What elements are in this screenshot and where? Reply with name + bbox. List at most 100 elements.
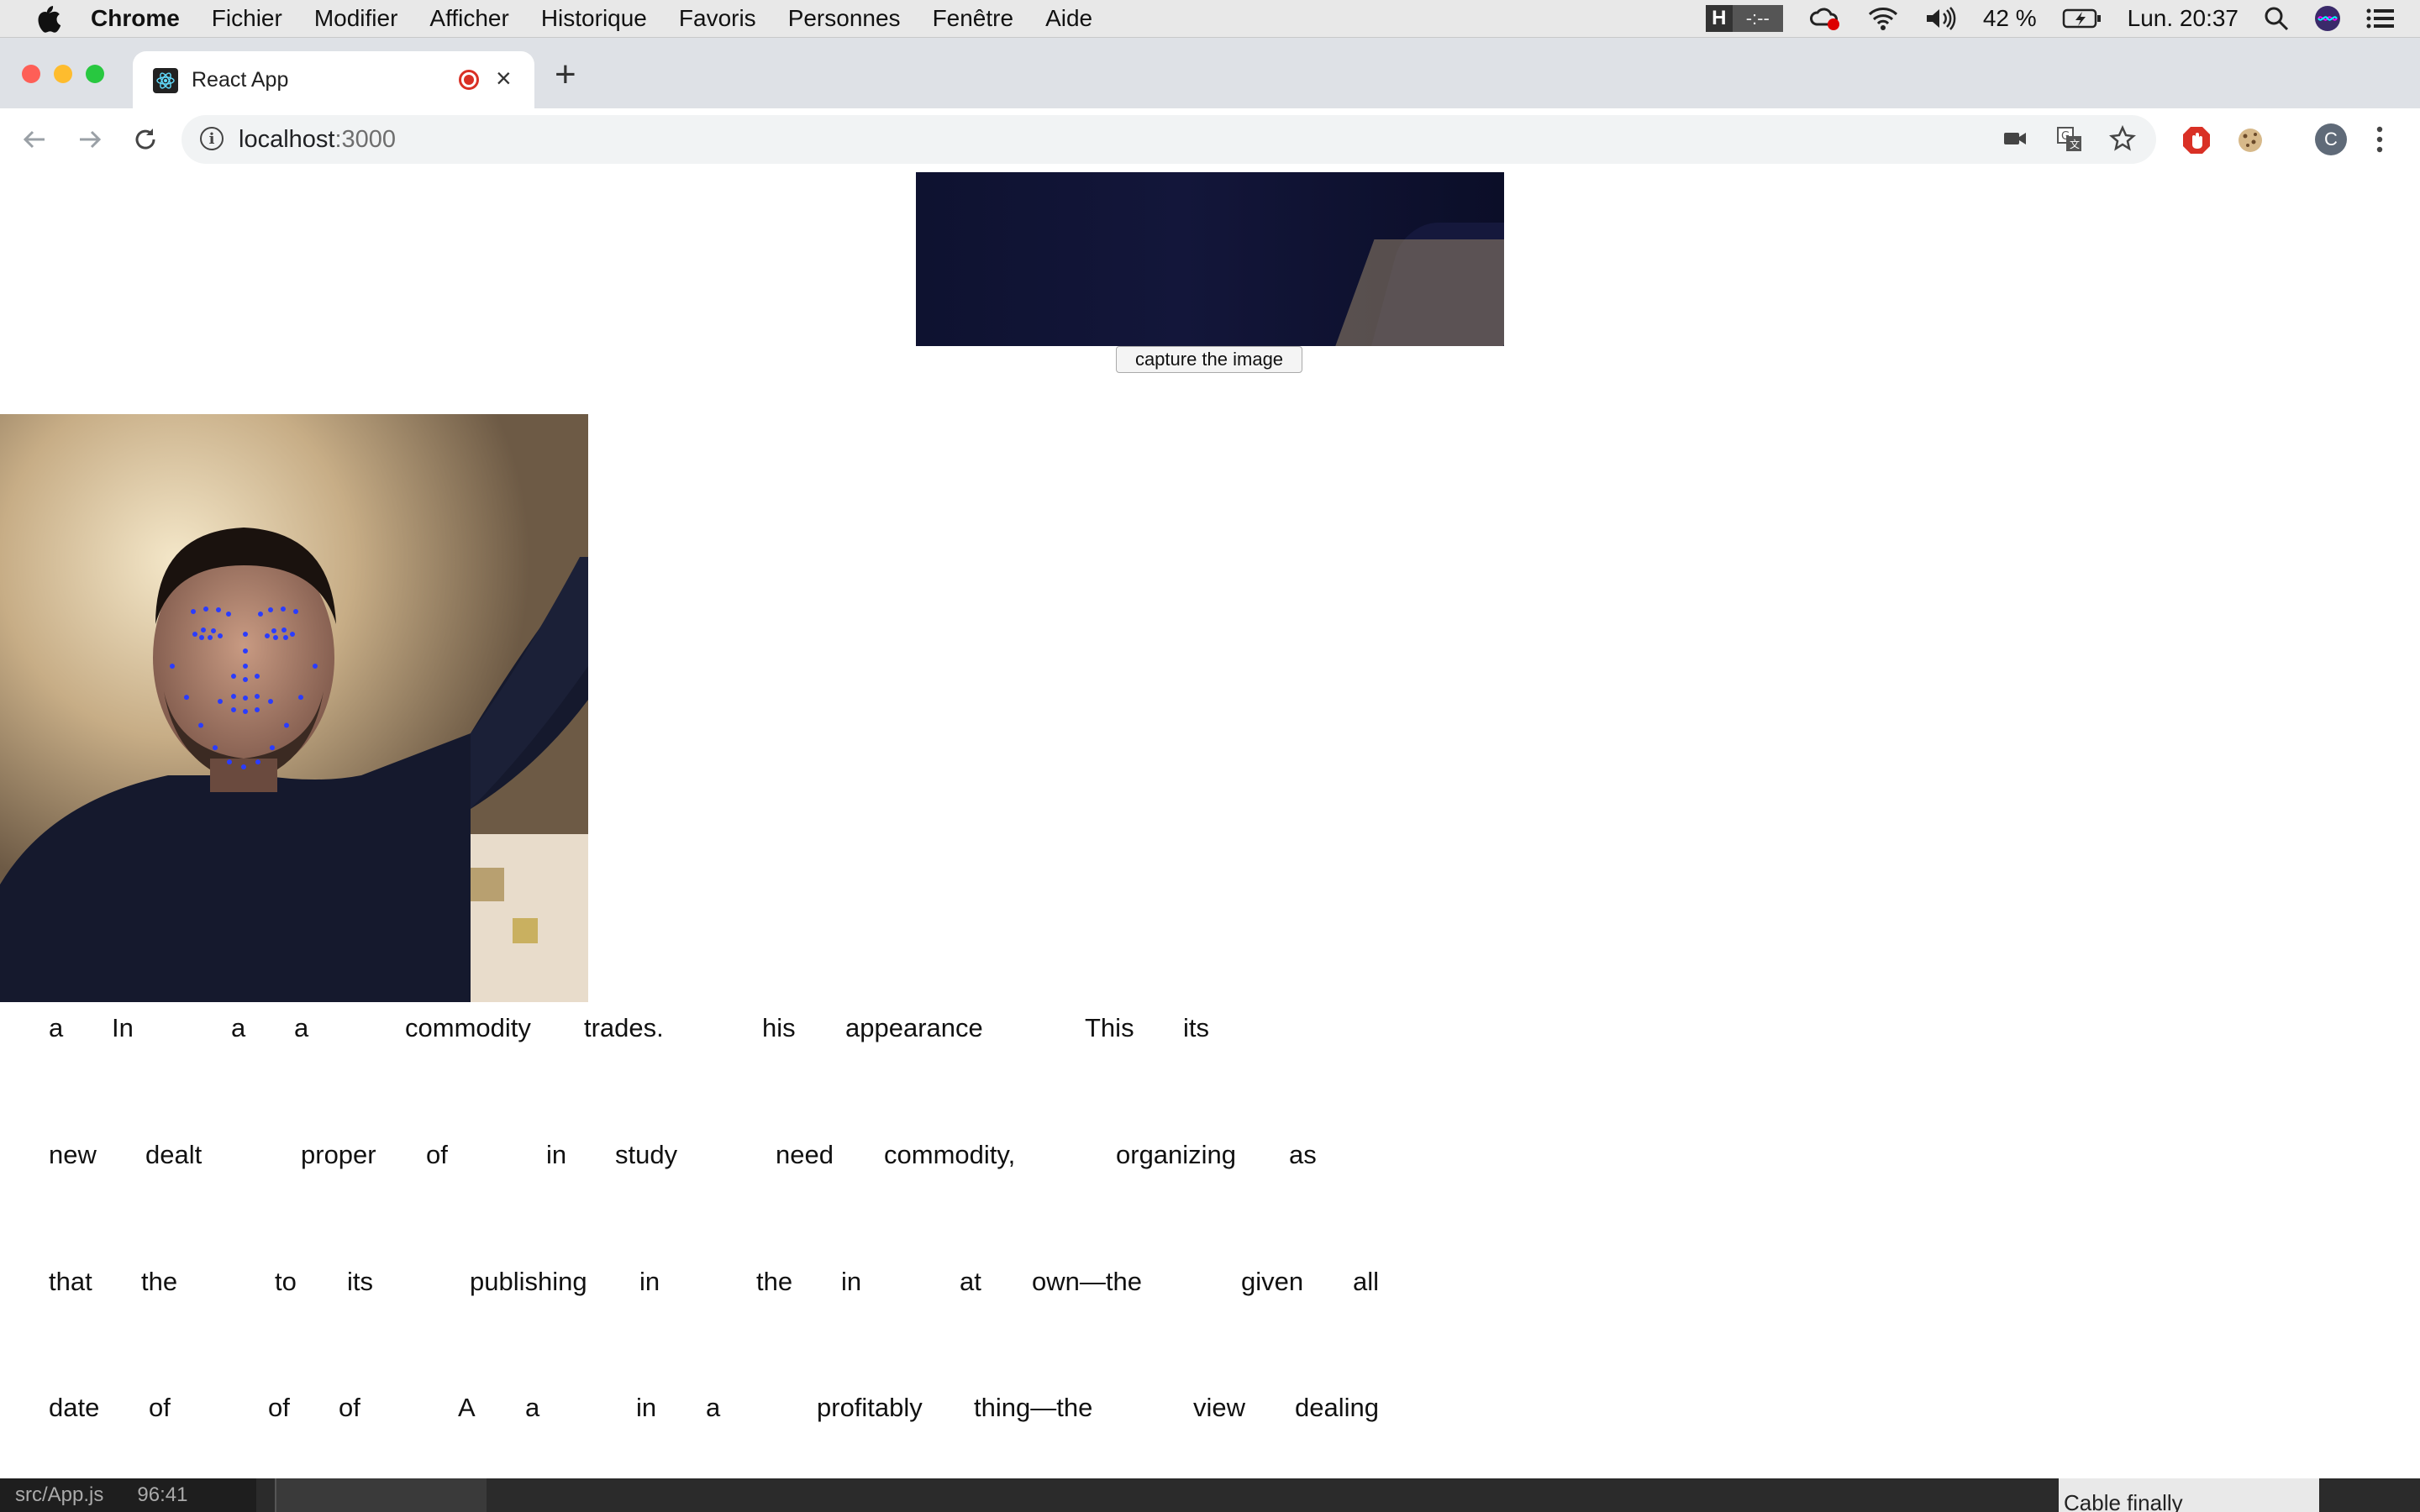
camera-in-use-icon[interactable] [2002, 125, 2028, 156]
face-landmark-point [298, 695, 303, 701]
video-arm-shape [1331, 239, 1504, 346]
close-window-button[interactable] [22, 65, 40, 83]
minimize-window-button[interactable] [54, 65, 72, 83]
menu-modifier[interactable]: Modifier [314, 5, 398, 32]
capture-image-button[interactable]: capture the image [1116, 346, 1302, 373]
face-landmark-point [281, 627, 287, 633]
webcam-video [916, 172, 1504, 346]
face-landmark-point [255, 707, 260, 712]
close-tab-button[interactable]: × [496, 63, 512, 94]
word-item: its [347, 1267, 373, 1296]
notification-center-icon[interactable] [2366, 8, 2395, 29]
window-controls [22, 65, 104, 83]
word-item: given [1241, 1267, 1304, 1296]
word-item: that [49, 1267, 92, 1296]
hbadge-widget[interactable]: H -:-- [1705, 5, 1783, 32]
adblock-extension-icon[interactable] [2181, 125, 2212, 160]
face-landmark-point [241, 764, 246, 769]
recording-indicator-icon [459, 70, 479, 90]
profile-avatar[interactable]: C [2315, 123, 2347, 155]
spotlight-search-icon[interactable] [2264, 6, 2289, 31]
word-item: to [275, 1267, 297, 1296]
address-bar[interactable]: i localhost:3000 G文 [182, 115, 2156, 164]
react-favicon-icon [153, 68, 178, 93]
new-tab-button[interactable]: + [555, 56, 576, 93]
face-landmark-point [208, 635, 213, 640]
apple-icon[interactable] [32, 4, 66, 33]
face-landmark-point [218, 699, 223, 704]
word-item: appearance [845, 1013, 983, 1042]
reload-button[interactable] [133, 127, 158, 159]
word-item: in [841, 1267, 862, 1296]
face-landmarks-overlay [170, 606, 318, 769]
menu-app-name[interactable]: Chrome [91, 5, 180, 32]
word-item: in [636, 1393, 657, 1422]
face-landmark-point [231, 707, 236, 712]
creative-cloud-icon[interactable] [1808, 6, 1842, 31]
face-landmark-point [255, 759, 260, 765]
page-content: capture the image a In a a commodity tra… [0, 172, 2420, 1478]
word-item: A [458, 1393, 476, 1422]
word-item: commodity, [884, 1140, 1016, 1169]
cookie-extension-icon[interactable] [2235, 125, 2265, 160]
word-item: In [112, 1013, 134, 1042]
face-landmark-point [211, 628, 216, 633]
word-item: commodity [405, 1013, 531, 1042]
translate-icon[interactable]: G文 [2055, 125, 2084, 158]
editor-right-pane: Cable finally [2059, 1478, 2319, 1512]
forward-button[interactable] [77, 127, 103, 159]
word-item: need [776, 1140, 834, 1169]
chrome-menu-icon[interactable] [2375, 125, 2385, 158]
face-landmark-point [216, 607, 221, 612]
editor-file-name[interactable]: src/App.js [15, 1483, 103, 1507]
editor-pane [275, 1478, 487, 1512]
siri-icon[interactable] [2314, 5, 2341, 32]
menu-fenetre[interactable]: Fenêtre [933, 5, 1014, 32]
back-button[interactable] [22, 127, 47, 159]
face-landmark-point [243, 632, 248, 637]
word-item: its [1183, 1013, 1209, 1042]
site-info-icon[interactable]: i [200, 127, 224, 150]
word-item: new [49, 1140, 97, 1169]
browser-toolbar: i localhost:3000 G文 C [0, 108, 2420, 173]
menubar-clock[interactable]: Lun. 20:37 [2128, 5, 2238, 32]
tab-title: React App [192, 68, 289, 92]
menu-personnes[interactable]: Personnes [788, 5, 901, 32]
face-landmark-point [231, 674, 236, 679]
menu-afficher[interactable]: Afficher [429, 5, 508, 32]
menu-historique[interactable]: Historique [541, 5, 647, 32]
word-item: at [960, 1267, 981, 1296]
word-item: dealing [1295, 1393, 1379, 1422]
word-item: This [1085, 1013, 1134, 1042]
volume-icon[interactable] [1924, 6, 1958, 31]
face-landmark-point [268, 607, 273, 612]
wifi-icon[interactable] [1867, 6, 1899, 31]
word-item: as [1289, 1140, 1317, 1169]
word-item: a [231, 1013, 246, 1042]
url-port: :3000 [334, 126, 397, 153]
url-text[interactable]: localhost:3000 [239, 126, 396, 154]
zoom-window-button[interactable] [86, 65, 104, 83]
battery-charging-icon[interactable] [2062, 8, 2102, 29]
captured-photo [0, 414, 588, 1002]
tab-strip: React App × + [0, 38, 2420, 108]
word-item: of [268, 1393, 290, 1422]
face-landmark-point [231, 694, 236, 699]
word-item: trades. [584, 1013, 664, 1042]
menu-fichier[interactable]: Fichier [212, 5, 282, 32]
tab-react-app[interactable]: React App × [133, 51, 534, 108]
face-landmark-point [281, 606, 286, 612]
editor-cursor-position: 96:41 [137, 1483, 188, 1506]
bookmark-star-icon[interactable] [2109, 124, 2136, 156]
word-item: a [294, 1013, 309, 1042]
menu-aide[interactable]: Aide [1045, 5, 1092, 32]
word-item: of [426, 1140, 448, 1169]
word-item: a [49, 1013, 64, 1042]
word-item: of [339, 1393, 360, 1422]
face-landmark-point [199, 635, 204, 640]
svg-text:文: 文 [2070, 138, 2080, 150]
face-landmark-point [218, 633, 223, 638]
face-landmark-point [227, 759, 232, 765]
menu-favoris[interactable]: Favoris [679, 5, 756, 32]
battery-percent: 42 % [1982, 5, 2037, 31]
